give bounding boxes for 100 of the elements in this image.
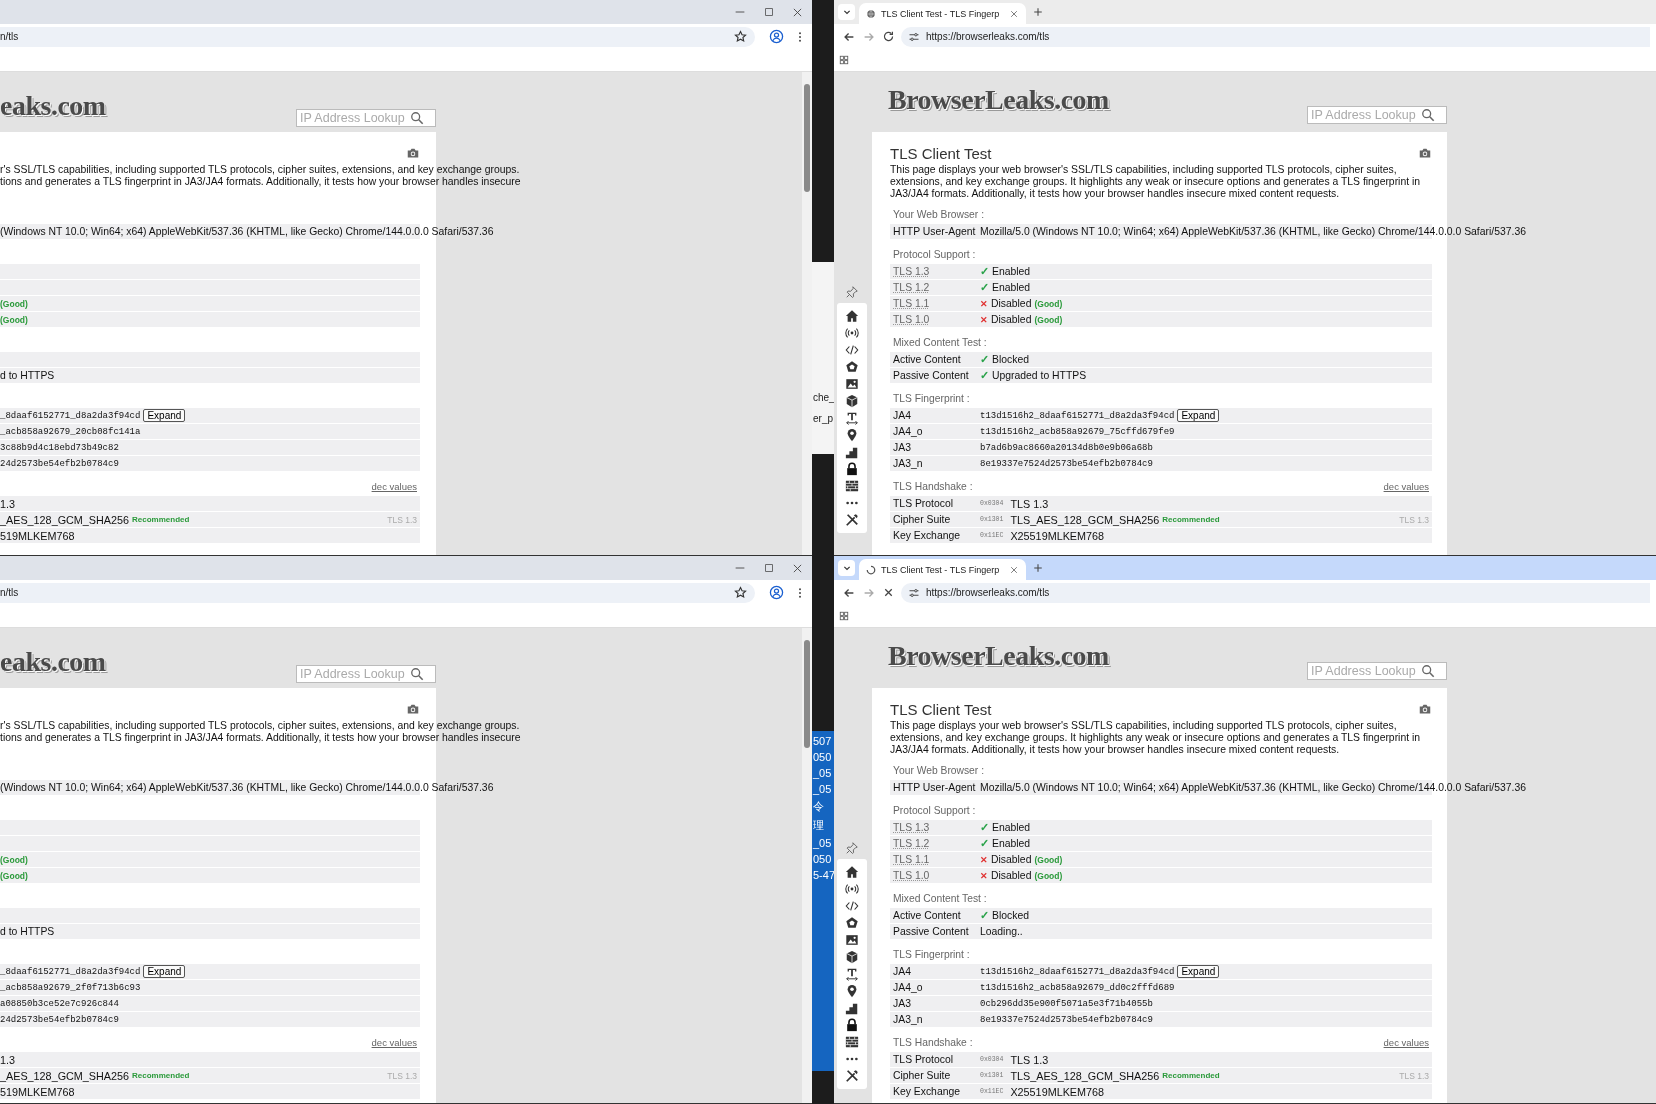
row-label[interactable]: TLS 1.1 (890, 854, 980, 865)
star-icon[interactable] (734, 30, 747, 43)
address-bar[interactable]: https://browserleaks.com/tls (901, 582, 1650, 603)
scrollbar-thumb[interactable] (804, 640, 810, 748)
row-value: (Windows NT 10.0; Win64; x64) AppleWebKit/537.36 (KHTML, like Gecko) Chrome/144.0.0.0 Safari/537.36 (0, 782, 494, 793)
row-value: _AES_128_GCM_SHA256 (0, 1069, 130, 1082)
section-title: Your Web Browser : (893, 209, 984, 220)
row-label[interactable]: TLS 1.0 (890, 314, 980, 325)
profile-icon[interactable] (769, 585, 784, 600)
site-info-icon[interactable] (908, 586, 920, 599)
search-field[interactable]: IP Address Lookup (296, 109, 436, 127)
apps-icon[interactable] (839, 611, 849, 621)
lock-icon[interactable] (845, 462, 859, 476)
cube-icon[interactable] (845, 394, 859, 408)
search-icon[interactable] (410, 111, 424, 125)
home-icon[interactable] (845, 309, 859, 323)
tab-search-button[interactable] (838, 560, 855, 576)
stop-icon[interactable] (882, 586, 895, 599)
close-icon[interactable] (1009, 564, 1020, 575)
search-icon[interactable] (1421, 664, 1435, 678)
version-label: TLS 1.3 (1399, 1070, 1429, 1081)
row-label[interactable]: TLS 1.3 (890, 822, 980, 833)
star-icon[interactable] (734, 586, 747, 599)
fingerprint-value: 8e19337e7524d2573be54efb2b0784c9 (980, 1014, 1153, 1025)
stairs-icon[interactable] (845, 445, 859, 459)
row-label[interactable]: TLS 1.0 (890, 870, 980, 881)
maximize-icon[interactable] (763, 6, 775, 18)
cross-mark: ✕ (980, 870, 988, 881)
expand-button[interactable]: Expand (1177, 965, 1220, 978)
fingerprint-value: 0cb296dd35e900f5071a5e3f71b4055b (980, 998, 1153, 1009)
search-icon[interactable] (410, 667, 424, 681)
map-pin-icon[interactable] (845, 984, 859, 998)
camera-icon[interactable] (406, 146, 420, 160)
dec-values-link[interactable]: dec values (371, 1037, 417, 1048)
scrollbar-thumb[interactable] (804, 84, 810, 192)
pentagon-icon[interactable] (845, 360, 859, 374)
site-logo[interactable]: eaks.com (0, 646, 106, 678)
row-label[interactable]: TLS 1.2 (890, 838, 980, 849)
dec-values-link[interactable]: dec values (1383, 481, 1429, 492)
browser-tab[interactable]: TLS Client Test - TLS Fingerp (859, 3, 1027, 24)
search-field[interactable]: IP Address Lookup (296, 665, 436, 683)
reload-icon[interactable] (882, 30, 895, 43)
site-logo[interactable]: eaks.com (0, 90, 106, 122)
tab-title: TLS Client Test - TLS Fingerp (881, 8, 1000, 19)
camera-icon[interactable] (1418, 702, 1432, 716)
pin-icon[interactable] (845, 285, 859, 299)
pentagon-icon[interactable] (845, 916, 859, 930)
address-bar[interactable]: n/tls (0, 26, 755, 47)
brick-wall-icon[interactable] (845, 479, 859, 493)
dec-values-link[interactable]: dec values (1383, 1037, 1429, 1048)
row-value: Disabled (991, 298, 1032, 309)
site-logo[interactable]: BrowserLeaks.com (888, 84, 1109, 116)
profile-icon[interactable] (769, 29, 784, 44)
row-label[interactable]: TLS 1.2 (890, 282, 980, 293)
expand-button[interactable]: Expand (1177, 409, 1220, 422)
check-mark: ✓ (980, 821, 989, 834)
site-info-icon[interactable] (908, 30, 920, 43)
maximize-icon[interactable] (763, 562, 775, 574)
row-label[interactable]: TLS 1.3 (890, 266, 980, 277)
code-icon[interactable] (845, 343, 859, 357)
expand-button[interactable]: Expand (143, 965, 186, 978)
image-icon[interactable] (845, 377, 859, 391)
stairs-icon[interactable] (845, 1001, 859, 1015)
tab-search-button[interactable] (838, 4, 855, 20)
plus-icon[interactable] (1032, 562, 1045, 574)
row-value: Mozilla/5.0 (Windows NT 10.0; Win64; x64) AppleWebKit/537.36 (KHTML, like Gecko) Chrome/144.0.0.0 Safari/537.36 (980, 226, 1526, 237)
address-bar[interactable]: https://browserleaks.com/tls (901, 26, 1650, 47)
plus-icon[interactable] (1032, 6, 1045, 18)
apps-icon[interactable] (839, 55, 849, 65)
code-icon[interactable] (845, 899, 859, 913)
search-field[interactable]: IP Address Lookup (1307, 106, 1447, 124)
dec-values-link[interactable]: dec values (371, 481, 417, 492)
lock-icon[interactable] (845, 1018, 859, 1032)
expand-button[interactable]: Expand (143, 409, 186, 422)
row-value: d to HTTPS (0, 926, 55, 937)
row-label: JA4 (892, 966, 912, 977)
map-pin-icon[interactable] (845, 428, 859, 442)
camera-icon[interactable] (406, 702, 420, 716)
row-label[interactable]: TLS 1.1 (890, 298, 980, 309)
fingerprint-value: _acb858a92679_20cb08fc141a (0, 426, 141, 437)
cube-icon[interactable] (845, 950, 859, 964)
close-icon[interactable] (1009, 8, 1020, 19)
pin-icon[interactable] (845, 841, 859, 855)
row-label: JA3 (892, 442, 912, 453)
tools-icon[interactable] (845, 1069, 859, 1083)
brick-wall-icon[interactable] (845, 1035, 859, 1049)
camera-icon[interactable] (1418, 146, 1432, 160)
broadcast-icon[interactable] (845, 326, 859, 340)
text-cursor-icon[interactable] (845, 967, 859, 981)
image-icon[interactable] (845, 933, 859, 947)
browser-tab[interactable]: TLS Client Test - TLS Fingerp (859, 559, 1027, 580)
text-cursor-icon[interactable] (845, 411, 859, 425)
site-logo[interactable]: BrowserLeaks.com (888, 640, 1109, 672)
address-bar[interactable]: n/tls (0, 582, 755, 603)
search-icon[interactable] (1421, 108, 1435, 122)
row-value: TLS_AES_128_GCM_SHA256 (1010, 513, 1160, 526)
tools-icon[interactable] (845, 513, 859, 527)
broadcast-icon[interactable] (845, 882, 859, 896)
home-icon[interactable] (845, 865, 859, 879)
search-field[interactable]: IP Address Lookup (1307, 662, 1447, 680)
